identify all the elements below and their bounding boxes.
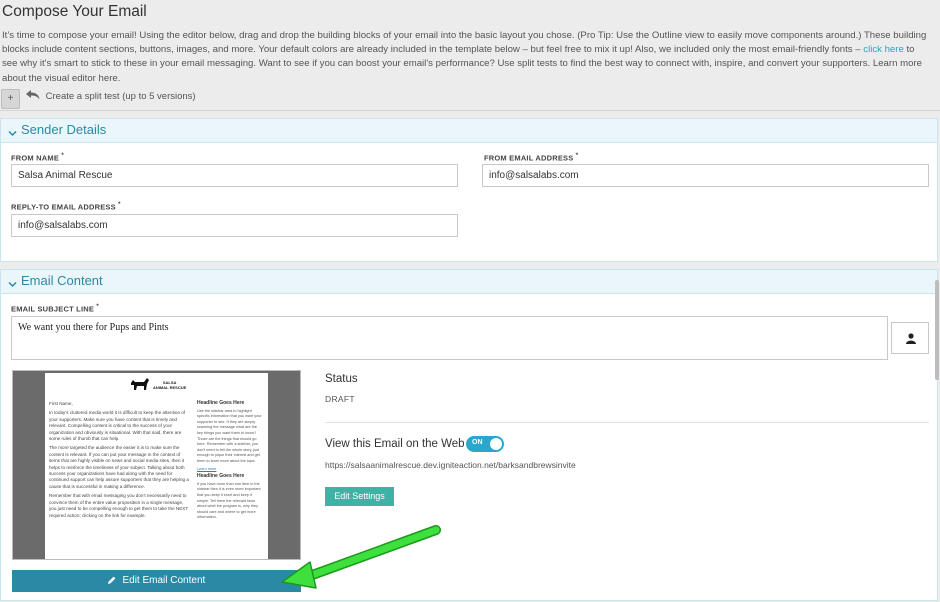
from-name-field[interactable]: Salsa Animal Rescue <box>11 164 458 187</box>
intro-text-part1: It’s time to compose your email! Using t… <box>2 30 927 56</box>
email-content-panel: Email Content EMAIL SUBJECT LINE * We wa… <box>0 269 938 601</box>
edit-email-content-label: Edit Email Content <box>122 575 206 586</box>
personalize-button[interactable] <box>891 322 929 354</box>
status-value: DRAFT <box>325 394 355 404</box>
click-here-link[interactable]: click here <box>863 44 904 55</box>
sender-details-title: Sender Details <box>21 122 107 137</box>
divider <box>0 110 940 111</box>
from-name-label: FROM NAME * <box>11 153 64 163</box>
email-preview[interactable]: SALSA ANIMAL RESCUE First Name, In today… <box>12 370 301 560</box>
preview-sidebar: Headline Goes Here Use the sidebar area … <box>197 400 262 520</box>
email-content-header[interactable]: Email Content <box>1 270 937 294</box>
view-on-web-toggle[interactable]: ON <box>466 436 504 452</box>
create-split-test-label: Create a split test (up to 5 versions) <box>45 91 196 102</box>
web-url: https://salsaanimalrescue.dev.igniteacti… <box>325 460 576 470</box>
reply-arrow-icon <box>26 90 40 103</box>
email-preview-document: SALSA ANIMAL RESCUE First Name, In today… <box>45 373 268 559</box>
status-divider <box>325 422 929 423</box>
sender-details-panel: Sender Details FROM NAME * Salsa Animal … <box>0 118 938 262</box>
preview-logo-text: SALSA ANIMAL RESCUE <box>153 380 187 390</box>
reply-to-field[interactable]: info@salsalabs.com <box>11 214 458 237</box>
view-on-web-label: View this Email on the Web <box>325 438 465 450</box>
preview-main-column: First Name, In today's cluttered media w… <box>49 401 189 518</box>
intro-text: It’s time to compose your email! Using t… <box>2 29 932 86</box>
scrollbar[interactable] <box>935 280 939 380</box>
split-test-row: + Create a split test (up to 5 versions) <box>0 88 940 110</box>
from-email-field[interactable]: info@salsalabs.com <box>482 164 929 187</box>
person-icon <box>906 333 916 344</box>
subject-line-field[interactable]: We want you there for Pups and Pints <box>11 316 888 360</box>
create-split-test-link[interactable]: Create a split test (up to 5 versions) <box>26 90 196 103</box>
chevron-down-icon <box>8 125 17 143</box>
edit-settings-button[interactable]: Edit Settings <box>325 487 394 506</box>
chevron-down-icon <box>8 276 17 294</box>
email-content-title: Email Content <box>21 273 103 288</box>
pencil-icon <box>107 571 116 593</box>
status-label: Status <box>325 373 358 385</box>
dog-logo-icon <box>129 377 151 396</box>
sender-details-header[interactable]: Sender Details <box>1 119 937 143</box>
subject-line-label: EMAIL SUBJECT LINE * <box>11 304 99 314</box>
add-split-test-button[interactable]: + <box>1 89 20 109</box>
page-title: Compose Your Email <box>2 3 147 20</box>
edit-email-content-button[interactable]: Edit Email Content <box>12 570 301 592</box>
reply-to-label: REPLY-TO EMAIL ADDRESS * <box>11 202 121 212</box>
from-email-label: FROM EMAIL ADDRESS * <box>484 153 579 163</box>
